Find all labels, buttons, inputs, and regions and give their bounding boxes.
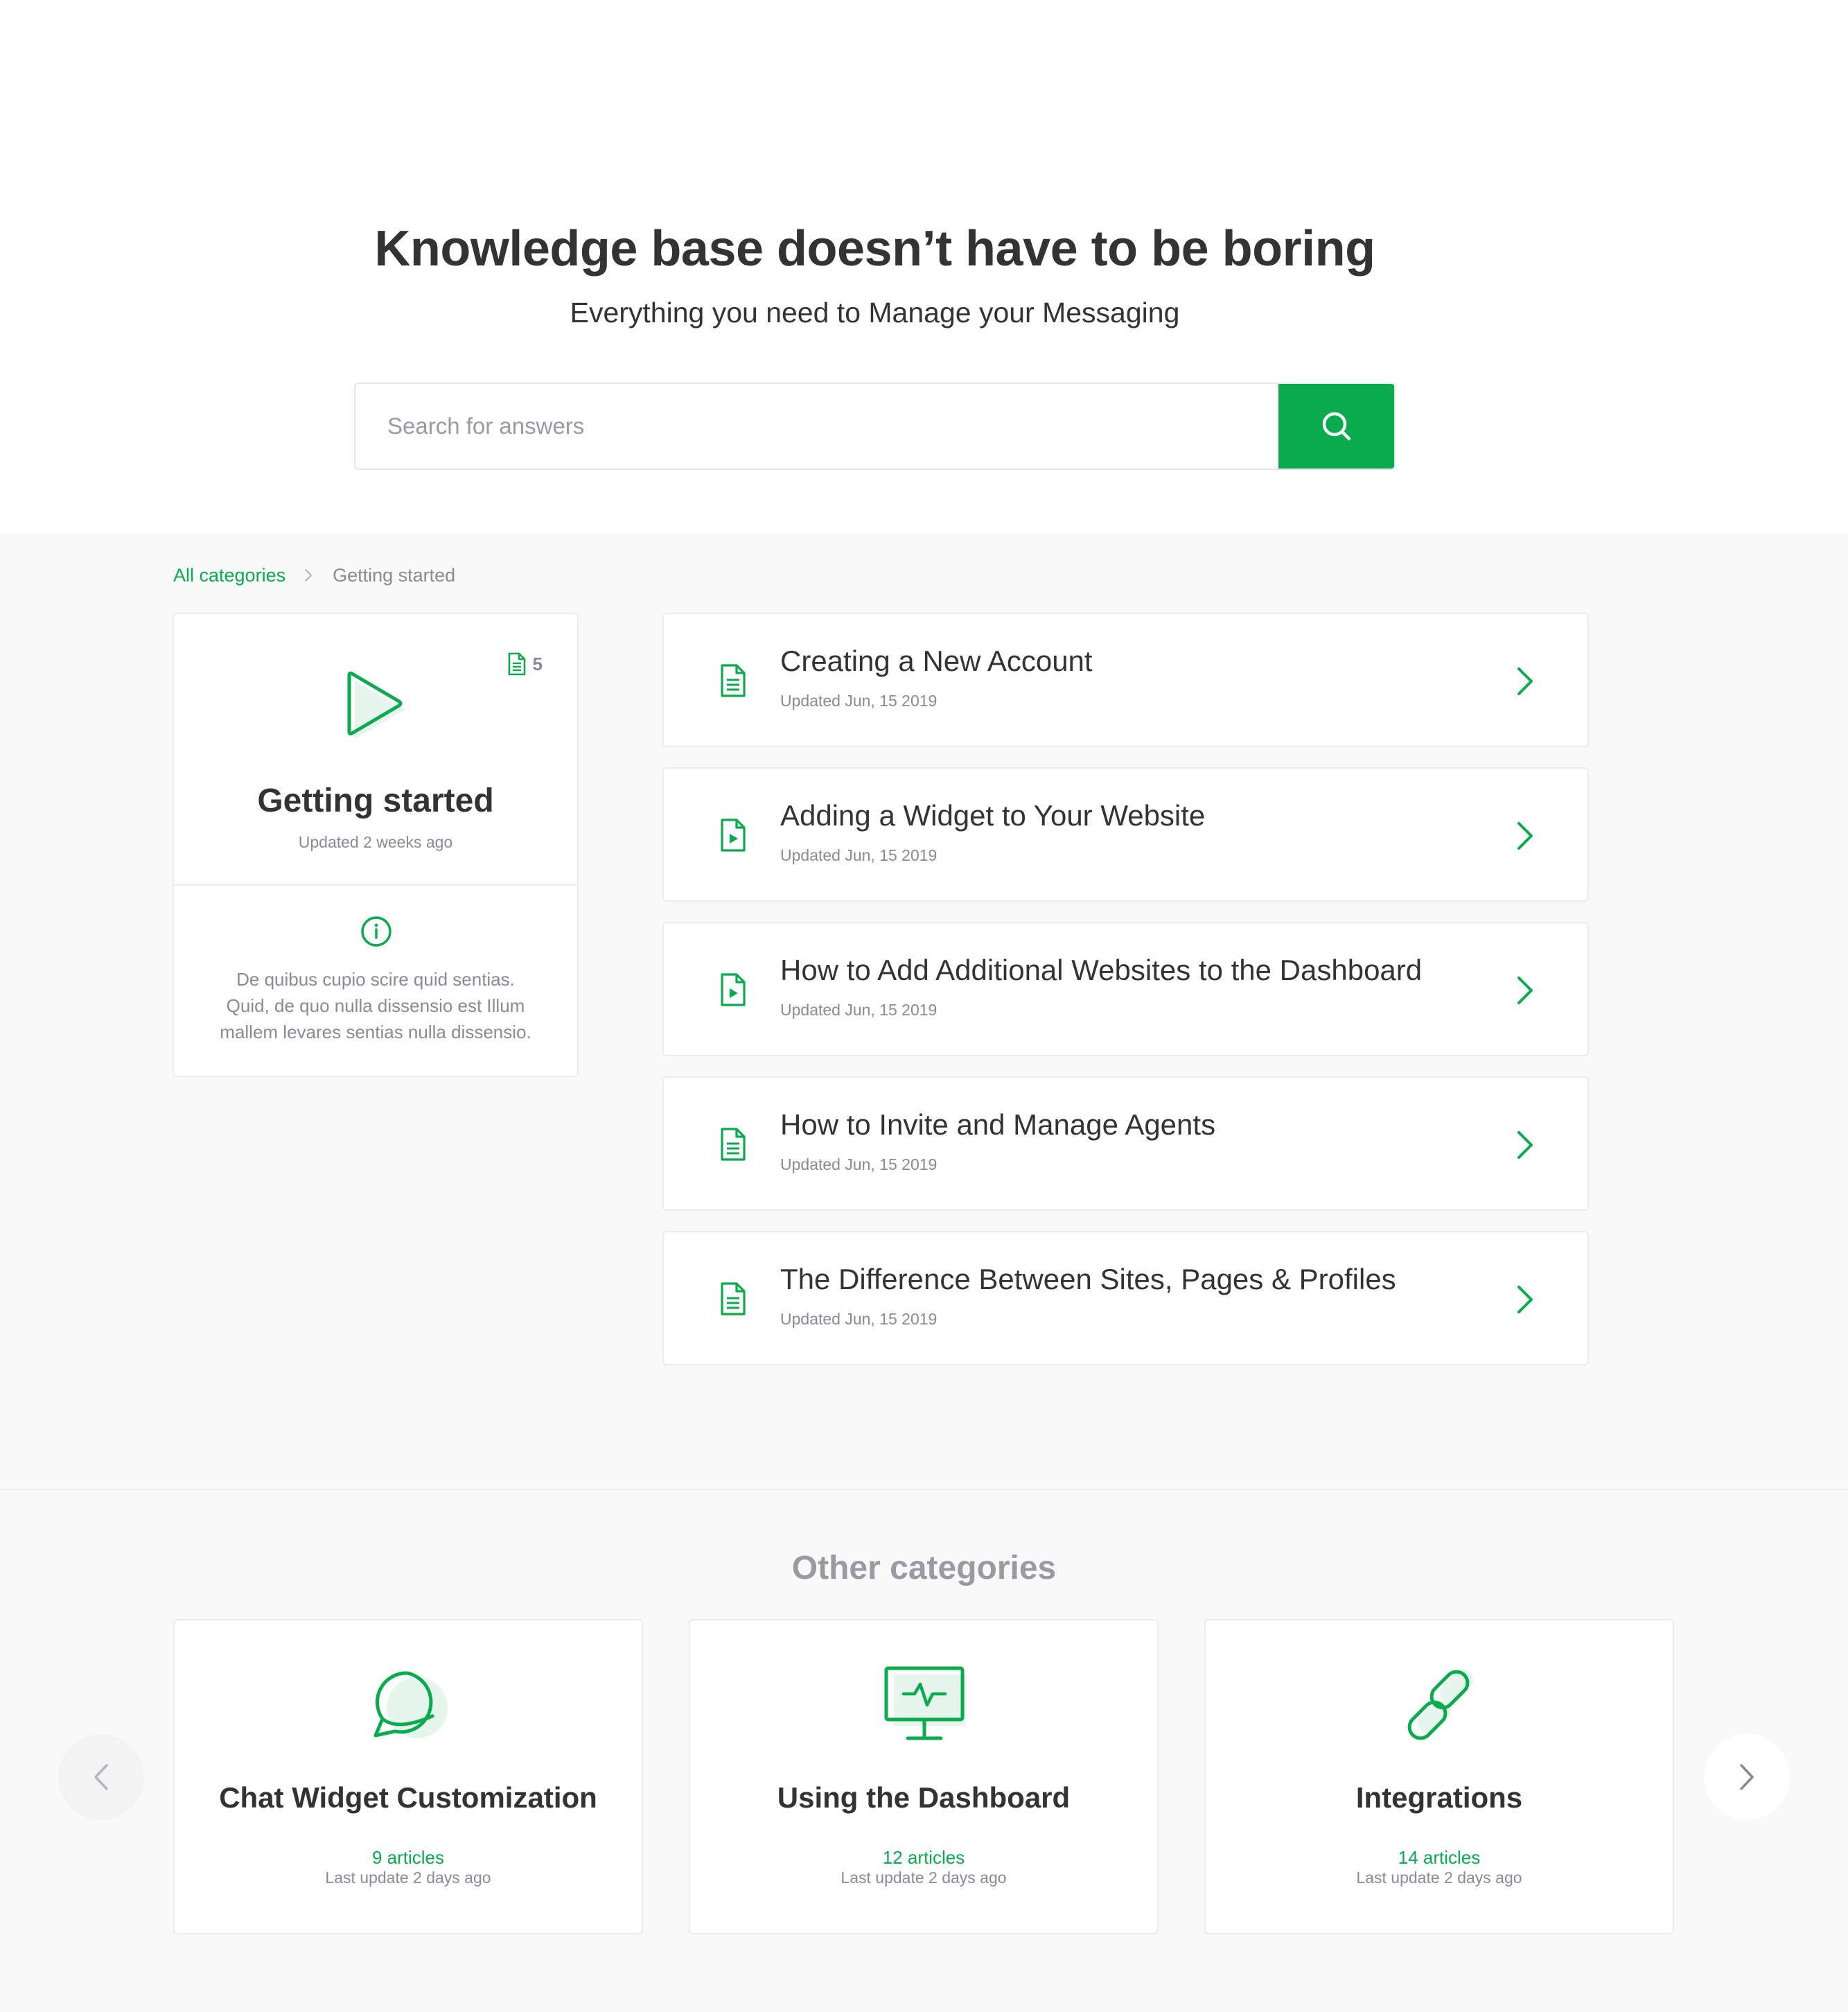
article-item[interactable]: Creating a New Account Updated Jun, 15 2… (662, 613, 1589, 747)
carousel-prev-button[interactable] (58, 1734, 144, 1820)
category-name: Integrations (1355, 1781, 1523, 1814)
article-item[interactable]: How to Add Additional Websites to the Da… (662, 922, 1589, 1056)
link-icon (1407, 1669, 1474, 1740)
article-item[interactable]: The Difference Between Sites, Pages & Pr… (662, 1231, 1589, 1365)
chevron-right-icon (1517, 822, 1533, 850)
article-title: Creating a New Account (780, 645, 1093, 677)
chevron-right-icon (1740, 1764, 1754, 1790)
chevron-left-icon (94, 1764, 108, 1790)
document-icon (508, 652, 525, 676)
category-article-count: 14 articles (1398, 1847, 1481, 1868)
breadcrumb-current: Getting started (333, 564, 456, 586)
article-count: 5 (507, 651, 543, 676)
category-title: Getting started (257, 782, 494, 819)
article-updated: Updated Jun, 15 2019 (780, 1001, 938, 1019)
monitor-icon (884, 1666, 966, 1740)
breadcrumb: All categories Getting started (173, 561, 455, 589)
category-article-count: 12 articles (882, 1847, 965, 1868)
divider (174, 884, 577, 886)
chat-bubble-icon (373, 1671, 448, 1738)
document-text-icon (721, 1128, 746, 1161)
document-text-icon (721, 664, 746, 697)
category-name: Chat Widget Customization (219, 1781, 597, 1814)
category-card-integrations[interactable]: Integrations 14 articles Last update 2 d… (1204, 1619, 1674, 1934)
article-title: How to Add Additional Websites to the Da… (780, 954, 1423, 986)
document-text-icon (721, 1282, 746, 1315)
article-title: Adding a Widget to Your Website (780, 799, 1206, 832)
play-icon (347, 671, 405, 739)
category-name: Using the Dashboard (777, 1781, 1071, 1814)
article-count-value: 5 (532, 653, 543, 674)
category-card-dashboard[interactable]: Using the Dashboard 12 articles Last upd… (689, 1619, 1159, 1934)
carousel-next-button[interactable] (1704, 1734, 1790, 1820)
chevron-right-icon (1517, 977, 1533, 1004)
search-icon (1322, 412, 1350, 441)
article-item[interactable]: Adding a Widget to Your Website Updated … (662, 767, 1589, 902)
hero-section: Knowledge base doesn’t have to be boring… (0, 0, 1848, 534)
category-last-update: Last update 2 days ago (325, 1869, 491, 1887)
article-updated: Updated Jun, 15 2019 (780, 1155, 938, 1173)
category-updated: Updated 2 weeks ago (298, 833, 453, 851)
category-last-update: Last update 2 days ago (1356, 1869, 1522, 1887)
search-bar (354, 383, 1396, 470)
chevron-right-icon (1517, 1131, 1533, 1159)
search-button[interactable] (1278, 384, 1394, 469)
other-categories-title: Other categories (791, 1550, 1057, 1586)
page-title: Knowledge base doesn’t have to be boring (374, 221, 1375, 277)
chevron-right-icon (1517, 667, 1533, 695)
category-card-chat-widget[interactable]: Chat Widget Customization 9 articles Las… (173, 1619, 643, 1934)
document-video-icon (721, 819, 746, 852)
category-card: 5 Getting started Updated 2 weeks ago De… (173, 613, 579, 1077)
article-updated: Updated Jun, 15 2019 (780, 692, 938, 710)
breadcrumb-all-categories[interactable]: All categories (173, 565, 285, 586)
page-subtitle: Everything you need to Manage your Messa… (570, 297, 1180, 329)
category-description: De quibus cupio scire quid sentias. Quid… (220, 969, 531, 1042)
category-article-count: 9 articles (371, 1847, 445, 1868)
article-updated: Updated Jun, 15 2019 (780, 1310, 938, 1328)
article-title: The Difference Between Sites, Pages & Pr… (780, 1263, 1396, 1295)
chevron-right-icon (1517, 1286, 1533, 1313)
search-input[interactable] (355, 384, 1280, 469)
document-video-icon (721, 973, 746, 1006)
chevron-right-icon (303, 568, 313, 583)
category-last-update: Last update 2 days ago (841, 1869, 1007, 1887)
article-title: How to Invite and Manage Agents (780, 1108, 1216, 1141)
article-updated: Updated Jun, 15 2019 (780, 846, 938, 864)
article-item[interactable]: How to Invite and Manage Agents Updated … (662, 1076, 1589, 1211)
info-icon (361, 916, 391, 947)
